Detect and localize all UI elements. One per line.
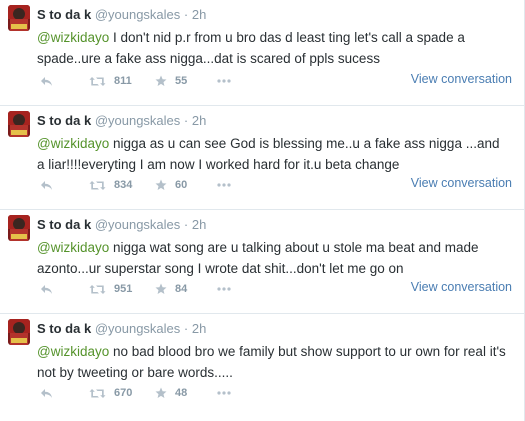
tweet-text: @wizkidayo nigga wat song are u talking … xyxy=(37,237,507,279)
timestamp[interactable]: 2h xyxy=(192,113,206,128)
timestamp[interactable]: 2h xyxy=(192,7,206,22)
retweet-button[interactable]: 811 xyxy=(89,73,132,89)
separator: · xyxy=(183,113,189,128)
mention-link[interactable]: @wizkidayo xyxy=(37,344,109,359)
tweet[interactable]: S to da k @youngskales · 2h @wizkidayo n… xyxy=(0,106,524,210)
author-handle[interactable]: @youngskales xyxy=(95,321,180,336)
author-handle[interactable]: @youngskales xyxy=(95,7,180,22)
tweet-actions: 951 84 View conversation xyxy=(37,280,512,297)
view-conversation-link[interactable]: View conversation xyxy=(411,280,512,294)
timestamp[interactable]: 2h xyxy=(192,321,206,336)
star-icon xyxy=(155,283,167,294)
tweet-feed: S to da k @youngskales · 2h @wizkidayo I… xyxy=(0,0,525,421)
retweet-icon xyxy=(89,180,106,190)
tweet-header: S to da k @youngskales · 2h xyxy=(37,321,206,337)
separator: · xyxy=(183,7,189,22)
avatar[interactable] xyxy=(8,111,30,137)
tweet-actions: 670 48 xyxy=(37,385,512,401)
star-icon xyxy=(155,179,167,190)
favorite-count: 84 xyxy=(175,283,188,295)
tweet[interactable]: S to da k @youngskales · 2h @wizkidayo n… xyxy=(0,210,524,314)
reply-button[interactable] xyxy=(40,73,53,89)
favorite-count: 55 xyxy=(175,75,188,87)
avatar[interactable] xyxy=(8,5,30,31)
retweet-button[interactable]: 670 xyxy=(89,385,132,401)
author-name[interactable]: S to da k xyxy=(37,321,91,336)
mention-link[interactable]: @wizkidayo xyxy=(37,30,109,45)
view-conversation-link[interactable]: View conversation xyxy=(411,176,512,190)
tweet-header: S to da k @youngskales · 2h xyxy=(37,113,206,129)
reply-button[interactable] xyxy=(40,281,53,297)
retweet-icon xyxy=(89,388,106,398)
more-button[interactable] xyxy=(217,177,231,193)
tweet-header: S to da k @youngskales · 2h xyxy=(37,217,206,233)
retweet-count: 811 xyxy=(114,75,132,87)
star-icon xyxy=(155,387,167,398)
favorite-button[interactable]: 48 xyxy=(155,385,187,401)
tweet-text: @wizkidayo no bad blood bro we family bu… xyxy=(37,341,507,383)
retweet-button[interactable]: 951 xyxy=(89,281,132,297)
mention-link[interactable]: @wizkidayo xyxy=(37,136,109,151)
reply-icon xyxy=(41,180,52,190)
tweet[interactable]: S to da k @youngskales · 2h @wizkidayo I… xyxy=(0,0,524,106)
favorite-button[interactable]: 55 xyxy=(155,73,187,89)
retweet-count: 670 xyxy=(114,387,133,399)
favorite-count: 60 xyxy=(175,179,188,191)
author-handle[interactable]: @youngskales xyxy=(95,217,180,232)
tweet[interactable]: S to da k @youngskales · 2h @wizkidayo n… xyxy=(0,314,524,418)
tweet-text: @wizkidayo nigga as u can see God is ble… xyxy=(37,133,507,175)
separator: · xyxy=(183,321,189,336)
more-button[interactable] xyxy=(217,385,231,401)
author-handle[interactable]: @youngskales xyxy=(95,113,180,128)
more-icon xyxy=(217,79,231,83)
tweet-text: @wizkidayo I don't nid p.r from u bro da… xyxy=(37,27,507,69)
author-name[interactable]: S to da k xyxy=(37,113,91,128)
mention-link[interactable]: @wizkidayo xyxy=(37,240,109,255)
retweet-button[interactable]: 834 xyxy=(89,177,132,193)
view-conversation-link[interactable]: View conversation xyxy=(411,72,512,86)
author-name[interactable]: S to da k xyxy=(37,217,91,232)
more-icon xyxy=(217,287,231,291)
author-name[interactable]: S to da k xyxy=(37,7,91,22)
favorite-button[interactable]: 84 xyxy=(155,281,187,297)
favorite-count: 48 xyxy=(175,387,188,399)
retweet-icon xyxy=(89,76,106,86)
more-icon xyxy=(217,391,231,395)
reply-button[interactable] xyxy=(40,177,53,193)
retweet-count: 834 xyxy=(114,179,133,191)
favorite-button[interactable]: 60 xyxy=(155,177,187,193)
more-button[interactable] xyxy=(217,281,231,297)
timestamp[interactable]: 2h xyxy=(192,217,206,232)
more-button[interactable] xyxy=(217,73,231,89)
reply-button[interactable] xyxy=(40,385,53,401)
tweet-actions: 811 55 View conversation xyxy=(37,72,512,89)
star-icon xyxy=(155,75,167,86)
retweet-count: 951 xyxy=(114,283,133,295)
separator: · xyxy=(183,217,189,232)
retweet-icon xyxy=(89,284,106,294)
reply-icon xyxy=(41,284,52,294)
avatar[interactable] xyxy=(8,215,30,241)
tweet-header: S to da k @youngskales · 2h xyxy=(37,7,206,23)
reply-icon xyxy=(41,76,52,86)
avatar[interactable] xyxy=(8,319,30,345)
more-icon xyxy=(217,183,231,187)
tweet-actions: 834 60 View conversation xyxy=(37,176,512,193)
reply-icon xyxy=(41,388,52,398)
